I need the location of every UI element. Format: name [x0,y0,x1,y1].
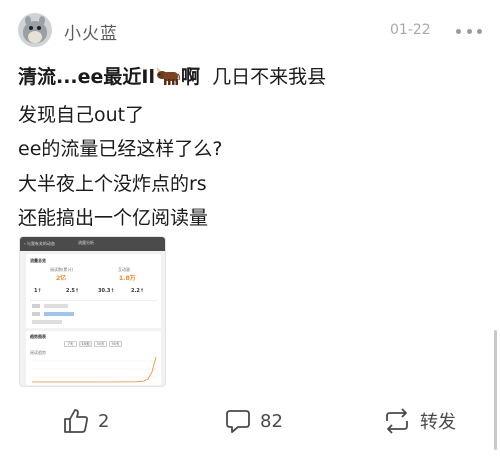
ox-emoji-icon [155,63,181,98]
thumb-tab: 15天 [79,341,92,347]
thumb-row-bar [32,304,40,308]
post-date: 01-22 [390,22,431,38]
username[interactable]: 小火蓝 [64,19,118,44]
thumb-tab: 30天 [94,341,107,347]
more-dot [456,29,461,34]
thumb-tab: 90天 [109,341,122,347]
thumb-divider [30,300,157,301]
post-header: 小火蓝 01-22 [0,0,500,60]
avatar-eye-right [37,26,41,30]
thumb-back-label: ‹ 与我有关的动态 [24,241,55,246]
thumb-metric-right-value: 1.8万 [119,275,136,282]
repost-label: 转发 [420,412,456,433]
post-title-bold: 清流...ee最近Il [18,66,156,88]
thumb-stat: 1↑ [34,288,42,294]
repost-arrows-icon [386,408,408,434]
thumb-header-title: 流量分析 [78,240,94,245]
post-title-bold-tail: 啊 [181,66,201,88]
avatar[interactable] [18,13,52,47]
post-title-line: 清流...ee最近Il 啊 几日不来我县 [18,60,488,98]
post-title-rest: 几日不来我县 [200,66,327,88]
avatar-eye-left [29,26,33,30]
thumb-tab: 7天 [64,341,77,347]
thumb-trend-card: 趋势图表 7天 15天 30天 90天 阅读趋势 [26,331,161,385]
thumb-row-bar [32,320,62,324]
repost-button[interactable]: 转发 [382,406,456,436]
post-body: 清流...ee最近Il 啊 几日不来我县 发现自己out了 ee的流量已经这样了… [18,60,488,236]
avatar-belly [28,31,42,43]
thumb-section1-title: 流量总览 [30,258,46,263]
more-dot [477,29,482,34]
thumb-stat: 30.3↑ [98,288,115,294]
more-dots-icon[interactable] [456,29,482,35]
thumbs-up-icon [64,409,88,433]
thumb-section2-title: 趋势图表 [30,334,46,339]
thumb-stat: 2.5↑ [66,288,80,294]
comment-count: 82 [260,410,283,432]
thumb-row-bar [44,312,74,316]
action-bar: 2 82 转发 [0,396,500,446]
like-count: 2 [98,410,110,432]
like-button[interactable]: 2 [62,406,109,436]
comment-bubble-icon [226,410,250,433]
thumb-topbar: ‹ 与我有关的动态 流量分析 [20,237,165,251]
thumb-overview-card: 流量总览 阅读数(累计) 2亿 互动量 1.8万 1↑ 2.5↑ 30.3↑ 2… [26,254,161,328]
thumb-metric-left-value: 2亿 [56,275,67,282]
thumb-row-bar [44,304,68,308]
thumb-stat: 2.2↑ [131,288,145,294]
comment-button[interactable]: 82 [224,406,283,436]
post-line: ee的流量已经这样了么? [18,138,223,160]
post-line: 还能搞出一个亿阅读量 [18,207,209,229]
post-line: 大半夜上个没炸点的rs [18,172,207,195]
more-dot [466,29,472,34]
thumb-trend-chart [32,356,157,383]
post-line: 发现自己out了 [18,103,145,126]
attached-image-thumbnail[interactable]: ‹ 与我有关的动态 流量分析 流量总览 阅读数(累计) 2亿 互动量 1.8万 … [19,236,166,387]
thumb-row-bar [32,312,40,316]
